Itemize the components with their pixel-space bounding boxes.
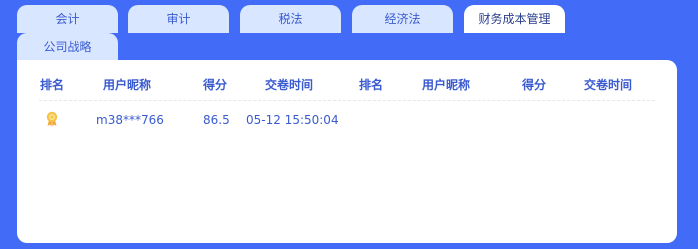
row-nickname: m38***766	[96, 113, 164, 127]
row-score: 86.5	[203, 113, 230, 127]
tab-tax-law[interactable]: 税法	[240, 5, 341, 33]
tab-economic-law[interactable]: 经济法	[352, 5, 453, 33]
tab-financial-cost-management[interactable]: 财务成本管理	[464, 5, 565, 33]
header-nickname-2: 用户昵称	[422, 78, 471, 92]
tab-accounting[interactable]: 会计	[17, 5, 118, 33]
header-divider	[39, 100, 655, 101]
header-submit-time: 交卷时间	[265, 78, 314, 92]
header-submit-time-2: 交卷时间	[584, 78, 633, 92]
header-score: 得分	[203, 78, 228, 92]
header-rank: 排名	[40, 78, 65, 92]
tab-audit[interactable]: 审计	[128, 5, 229, 33]
tab-corporate-strategy[interactable]: 公司战略	[17, 33, 118, 61]
ranking-panel: 排名 用户昵称 得分 交卷时间 排名 用户昵称 得分 交卷时间 m38***76…	[17, 60, 677, 243]
row-submit-time: 05-12 15:50:04	[246, 113, 339, 127]
header-nickname: 用户昵称	[103, 78, 152, 92]
header-rank-2: 排名	[359, 78, 384, 92]
medal-icon	[46, 111, 58, 127]
header-score-2: 得分	[522, 78, 547, 92]
